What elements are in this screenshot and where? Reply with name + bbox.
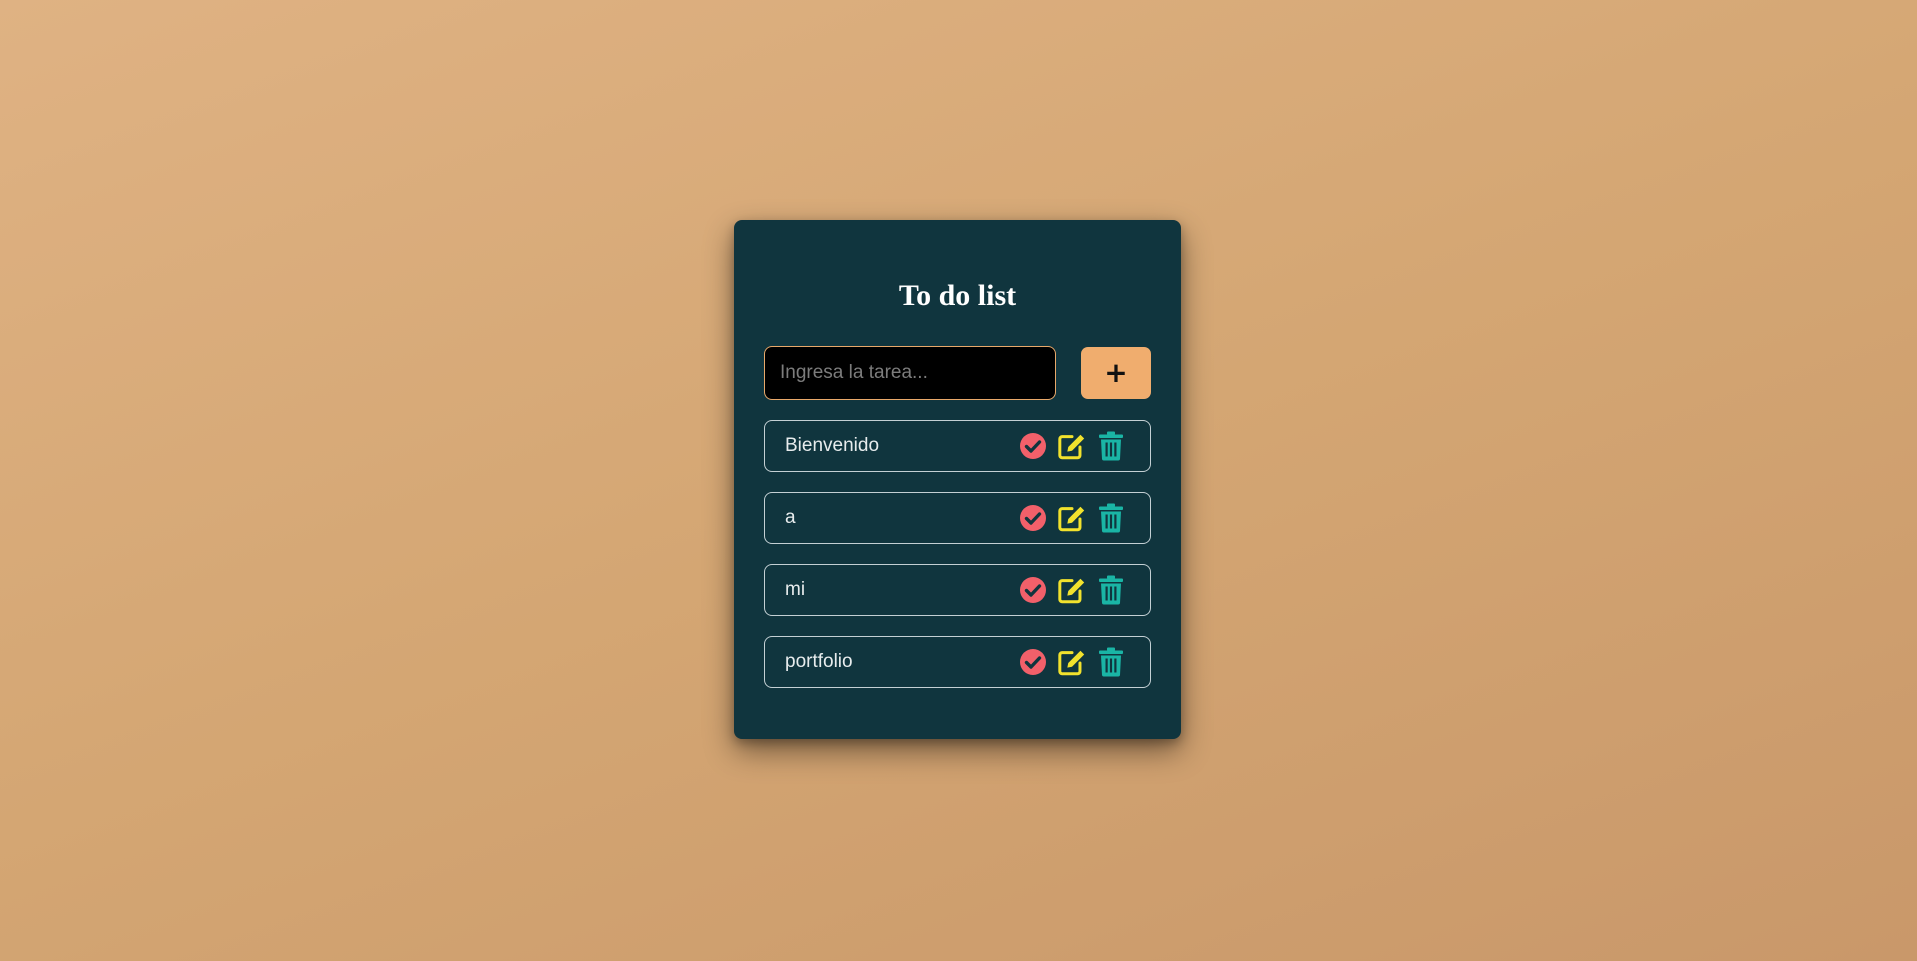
add-task-button[interactable]: + (1081, 347, 1151, 399)
edit-icon[interactable] (1057, 575, 1087, 605)
edit-icon[interactable] (1057, 431, 1087, 461)
edit-icon[interactable] (1057, 647, 1087, 677)
page-title: To do list (898, 279, 1017, 312)
task-text: portfolio (785, 651, 853, 672)
todo-card: To do list + Bienvenido a (734, 220, 1181, 739)
trash-icon[interactable] (1096, 575, 1126, 605)
task-item: mi (764, 564, 1151, 616)
check-circle-icon[interactable] (1018, 431, 1048, 461)
trash-icon[interactable] (1096, 431, 1126, 461)
check-circle-icon[interactable] (1018, 575, 1048, 605)
task-text: a (785, 507, 796, 528)
task-actions (1018, 503, 1126, 533)
task-text: mi (785, 579, 806, 600)
task-item: a (764, 492, 1151, 544)
check-circle-icon[interactable] (1018, 503, 1048, 533)
task-item: Bienvenido (764, 420, 1151, 472)
task-input[interactable] (764, 346, 1056, 400)
task-actions (1018, 431, 1126, 461)
task-list: Bienvenido a mi portfolio (764, 420, 1151, 708)
task-actions (1018, 647, 1126, 677)
task-actions (1018, 575, 1126, 605)
edit-icon[interactable] (1057, 503, 1087, 533)
task-text: Bienvenido (785, 435, 880, 456)
trash-icon[interactable] (1096, 647, 1126, 677)
trash-icon[interactable] (1096, 503, 1126, 533)
check-circle-icon[interactable] (1018, 647, 1048, 677)
task-item: portfolio (764, 636, 1151, 688)
